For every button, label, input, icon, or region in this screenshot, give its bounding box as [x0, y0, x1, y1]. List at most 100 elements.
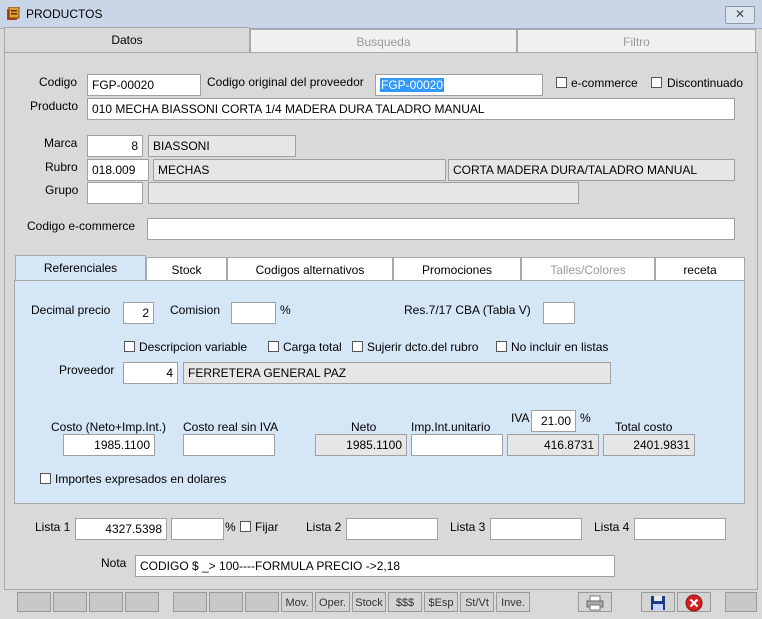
stvt-button[interactable]: St/Vt [460, 592, 494, 612]
producto-field[interactable]: 010 MECHA BIASSONI CORTA 1/4 MADERA DURA… [87, 98, 735, 120]
costo-real-label: Costo real sin IVA [183, 420, 279, 434]
floppy-disk-icon [651, 596, 665, 610]
rubro-code-field[interactable]: 018.009 [87, 159, 149, 181]
comision-percent: % [280, 303, 291, 317]
toolbar-action-button-3[interactable] [245, 592, 279, 612]
neto-label: Neto [351, 420, 377, 434]
save-button[interactable] [641, 592, 675, 612]
toolbar-nav-button-4[interactable] [125, 592, 159, 612]
proveedor-code-field[interactable]: 4 [123, 362, 178, 384]
grupo-name-field [148, 182, 579, 204]
app-icon [7, 7, 20, 20]
mov-button[interactable]: Mov. [281, 592, 313, 612]
toolbar-extra-button[interactable] [725, 592, 757, 612]
lista4-field[interactable] [634, 518, 726, 540]
iva-amount-field: 416.8731 [507, 434, 599, 456]
marca-code-field[interactable]: 8 [87, 135, 143, 157]
lista1-percent-field[interactable] [171, 518, 224, 540]
toolbar-nav-button-2[interactable] [53, 592, 87, 612]
iva-rate-field[interactable]: 21.00 [531, 410, 576, 432]
tab-datos[interactable]: Datos [4, 27, 250, 53]
no-incluir-checkbox[interactable] [496, 341, 507, 352]
rubro-label: Rubro [45, 160, 78, 174]
total-costo-field: 2401.9831 [603, 434, 695, 456]
descripcion-variable-checkbox[interactable] [124, 341, 135, 352]
tab-referenciales[interactable]: Referenciales [15, 255, 146, 282]
oper-button[interactable]: Oper. [315, 592, 350, 612]
marca-label: Marca [44, 136, 78, 150]
toolbar-action-button-1[interactable] [173, 592, 207, 612]
printer-icon [586, 595, 604, 611]
cancel-button[interactable] [677, 592, 711, 612]
tab-filtro[interactable]: Filtro [517, 29, 756, 53]
neto-field: 1985.1100 [315, 434, 407, 456]
no-incluir-label: No incluir en listas [511, 340, 609, 354]
window-title: PRODUCTOS [26, 7, 103, 21]
res-label: Res.7/17 CBA (Tabla V) [404, 303, 531, 317]
carga-total-label: Carga total [283, 340, 342, 354]
tab-receta[interactable]: receta [655, 257, 745, 282]
marca-name-field: BIASSONI [148, 135, 296, 157]
codigo-label: Codigo [39, 75, 78, 89]
sujerir-label: Sujerir dcto.del rubro [367, 340, 479, 354]
imp-int-label: Imp.Int.unitario [411, 420, 491, 434]
close-button[interactable]: ✕ [725, 6, 755, 24]
rubro-name-field: MECHAS [153, 159, 446, 181]
toolbar-nav-button-3[interactable] [89, 592, 123, 612]
lista1-percent: % [225, 520, 236, 534]
comision-field[interactable] [231, 302, 276, 324]
title-bar: PRODUCTOS ✕ [0, 0, 762, 29]
tab-stock[interactable]: Stock [146, 257, 227, 282]
tab-promociones[interactable]: Promociones [393, 257, 521, 282]
lista2-field[interactable] [346, 518, 438, 540]
total-costo-label: Total costo [615, 420, 673, 434]
ecommerce-checkbox[interactable] [556, 77, 567, 88]
toolbar-nav-button-1[interactable] [17, 592, 51, 612]
lista4-label: Lista 4 [594, 520, 630, 534]
fijar-checkbox[interactable] [240, 521, 251, 532]
tab-codigos-alternativos[interactable]: Codigos alternativos [227, 257, 393, 282]
ecommerce-label: e-commerce [571, 76, 638, 90]
carga-total-checkbox[interactable] [268, 341, 279, 352]
lista3-label: Lista 3 [450, 520, 486, 534]
producto-label: Producto [30, 99, 79, 113]
stock-button[interactable]: Stock [352, 592, 386, 612]
proveedor-name-field: FERRETERA GENERAL PAZ [183, 362, 611, 384]
codigo-field[interactable]: FGP-00020 [87, 74, 201, 96]
esp-button[interactable]: $Esp [424, 592, 458, 612]
costo-real-field[interactable] [183, 434, 275, 456]
lista2-label: Lista 2 [306, 520, 342, 534]
print-button[interactable] [578, 592, 612, 612]
lista3-field[interactable] [490, 518, 582, 540]
descripcion-variable-label: Descripcion variable [139, 340, 248, 354]
tab-busqueda[interactable]: Busqueda [250, 29, 517, 53]
cancel-icon [685, 594, 703, 612]
lista1-label: Lista 1 [35, 520, 71, 534]
close-icon: ✕ [734, 7, 746, 21]
iva-label: IVA [511, 411, 530, 425]
fijar-label: Fijar [255, 520, 279, 534]
precios-button[interactable]: $$$ [388, 592, 422, 612]
lista1-field[interactable]: 4327.5398 [75, 518, 167, 540]
iva-percent: % [580, 411, 591, 425]
codigo-original-label: Codigo original del proveedor [207, 75, 364, 89]
imp-int-field[interactable] [411, 434, 503, 456]
discontinuado-checkbox[interactable] [651, 77, 662, 88]
dolares-checkbox[interactable] [40, 473, 51, 484]
decimal-precio-field[interactable]: 2 [123, 302, 154, 324]
decimal-precio-label: Decimal precio [31, 303, 111, 317]
tab-talles-colores[interactable]: Talles/Colores [521, 257, 655, 282]
inve-button[interactable]: Inve. [496, 592, 530, 612]
toolbar-action-button-2[interactable] [209, 592, 243, 612]
sujerir-checkbox[interactable] [352, 341, 363, 352]
grupo-label: Grupo [45, 183, 79, 197]
nota-field[interactable]: CODIGO $ _> 100----FORMULA PRECIO ->2,18 [135, 555, 615, 577]
dolares-label: Importes expresados en dolares [55, 472, 227, 486]
codigo-ecommerce-field[interactable] [147, 218, 735, 240]
rubro-sub-field: CORTA MADERA DURA/TALADRO MANUAL [448, 159, 735, 181]
codigo-original-field[interactable]: FGP-00020 [375, 74, 543, 96]
res-field[interactable] [543, 302, 575, 324]
costo-field[interactable]: 1985.1100 [63, 434, 155, 456]
proveedor-label: Proveedor [59, 363, 115, 377]
grupo-code-field[interactable] [87, 182, 143, 204]
